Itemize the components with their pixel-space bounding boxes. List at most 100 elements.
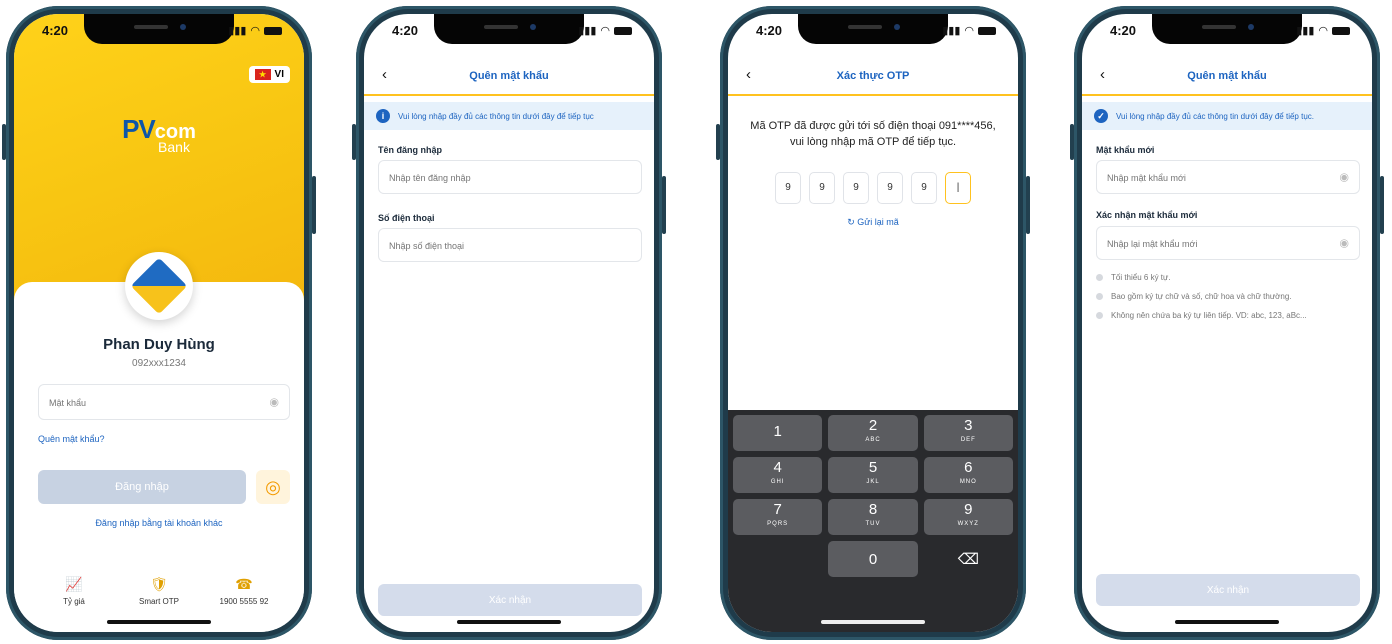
key-number: 9 — [964, 501, 973, 518]
logo-bank: Bank — [158, 139, 190, 155]
battery-icon — [978, 26, 996, 35]
home-indicator — [457, 620, 561, 624]
password-rule: Không nên chứa ba ký tự liên tiếp. VD: a… — [1096, 311, 1307, 320]
status-icons: ▮▮▮ ◠ — [1296, 24, 1350, 37]
new-password-screen: 4:20 ▮▮▮ ◠ ‹ Quên mật khẩu ✓ Vui lòng nhậ… — [1082, 14, 1372, 632]
rule-status-icon — [1096, 274, 1103, 281]
key-blank — [733, 541, 822, 577]
otp-digit-box[interactable]: 9 — [809, 172, 835, 204]
battery-icon — [264, 26, 282, 35]
otp-digit-box[interactable]: 9 — [843, 172, 869, 204]
key-letters: PQRS — [767, 521, 789, 527]
phone-forgot-password: 4:20 ▮▮▮ ◠ ‹ Quên mật khẩu i Vui lòng nhậ… — [352, 6, 666, 640]
status-bar: 4:20 ▮▮▮ ◠ — [1082, 14, 1372, 46]
home-indicator — [1175, 620, 1279, 624]
password-input[interactable] — [39, 385, 251, 421]
signal-icon: ▮▮▮ — [942, 25, 961, 37]
key-3[interactable]: 3 DEF — [923, 415, 1013, 451]
confirm-button[interactable]: Xác nhận — [1096, 574, 1360, 606]
language-switch[interactable]: ★ VI — [248, 66, 290, 83]
phone-otp: 4:20 ▮▮▮ ◠ ‹ Xác thực OTP Mã OTP đã được … — [716, 6, 1030, 640]
header: ‹ Quên mật khẩu — [1082, 60, 1372, 96]
otp-digit-box[interactable]: 9 — [877, 172, 903, 204]
nav-label: Tỷ giá — [63, 597, 85, 606]
key-9[interactable]: 9 WXYZ — [923, 499, 1013, 535]
username-label: Tên đăng nhập — [378, 145, 442, 155]
backspace-icon[interactable]: ⌫ — [924, 541, 1013, 577]
shield-icon: 🛡 — [150, 576, 168, 592]
fingerprint-icon[interactable]: ◎ — [256, 470, 290, 504]
wifi-icon: ◠ — [600, 25, 610, 37]
key-number: 3 — [964, 417, 973, 434]
otp-message-line2: vui lòng nhập mã OTP để tiếp tục. — [789, 136, 957, 148]
logo-pv: PV — [122, 114, 156, 144]
forgot-password-screen: 4:20 ▮▮▮ ◠ ‹ Quên mật khẩu i Vui lòng nhậ… — [364, 14, 654, 632]
rule-text: Tối thiểu 6 ký tự. — [1111, 273, 1171, 282]
other-account-link[interactable]: Đăng nhập bằng tài khoản khác — [14, 518, 304, 528]
bank-emblem-icon — [130, 257, 188, 315]
otp-digit-box-active[interactable]: | — [945, 172, 971, 204]
signal-icon: ▮▮▮ — [228, 25, 247, 37]
phone-new-password: 4:20 ▮▮▮ ◠ ‹ Quên mật khẩu ✓ Vui lòng nhậ… — [1070, 6, 1384, 640]
status-icons: ▮▮▮ ◠ — [578, 24, 632, 37]
eye-icon[interactable]: ◉ — [1339, 171, 1349, 184]
confirm-button[interactable]: Xác nhận — [378, 584, 642, 616]
chart-icon: 📈 — [65, 576, 83, 592]
username-input[interactable] — [379, 161, 601, 195]
phone-input[interactable] — [379, 229, 601, 263]
status-bar: 4:20 ▮▮▮ ◠ — [728, 14, 1018, 46]
new-password-field[interactable]: ◉ — [1096, 160, 1360, 195]
resend-label: Gửi lại mã — [857, 217, 899, 227]
nav-smart-otp[interactable]: 🛡 Smart OTP — [119, 576, 199, 606]
status-bar: 4:20 ▮▮▮ ◠ — [364, 14, 654, 46]
login-screen: 4:20 ▮▮▮ ◠ ★ VI PVcom Bank Phan Duy Hùng … — [14, 14, 304, 632]
refresh-icon: ↻ — [847, 217, 855, 227]
eye-icon[interactable]: ◉ — [1339, 237, 1349, 250]
resend-code-link[interactable]: ↻ Gửi lại mã — [728, 217, 1018, 228]
key-letters: TUV — [865, 521, 881, 527]
rule-status-icon — [1096, 312, 1103, 319]
user-phone: 092xxx1234 — [132, 358, 186, 369]
key-1[interactable]: 1 — [733, 415, 823, 451]
new-password-label: Mật khẩu mới — [1096, 145, 1155, 155]
numeric-keypad: 1 2 ABC 3 DEF 4 GHI 5 JKL 6 MNO 7 PQRS 8 TUV 9 W… — [728, 410, 1018, 632]
vietnam-flag-icon: ★ — [254, 69, 271, 80]
login-button[interactable]: Đăng nhập — [38, 470, 246, 504]
confirm-password-input[interactable] — [1097, 227, 1319, 261]
key-7[interactable]: 7 PQRS — [733, 499, 823, 535]
otp-screen: 4:20 ▮▮▮ ◠ ‹ Xác thực OTP Mã OTP đã được … — [728, 14, 1018, 632]
username-field[interactable] — [378, 160, 642, 195]
key-2[interactable]: 2 ABC — [828, 415, 918, 451]
phone-login: 4:20 ▮▮▮ ◠ ★ VI PVcom Bank Phan Duy Hùng … — [2, 6, 316, 640]
key-number: 5 — [868, 459, 878, 476]
new-password-input[interactable] — [1097, 161, 1319, 195]
key-6[interactable]: 6 MNO — [923, 457, 1013, 493]
eye-icon[interactable]: ◉ — [269, 396, 279, 409]
otp-digit-box[interactable]: 9 — [775, 172, 801, 204]
key-number: 4 — [773, 459, 782, 476]
signal-icon: ▮▮▮ — [578, 25, 597, 37]
otp-digit-box[interactable]: 9 — [911, 172, 937, 204]
password-field[interactable]: ◉ — [38, 384, 290, 421]
wifi-icon: ◠ — [964, 25, 974, 37]
key-0[interactable]: 0 — [828, 541, 918, 577]
status-icons: ▮▮▮ ◠ — [228, 24, 282, 37]
key-letters: ABC — [865, 437, 881, 443]
otp-message-line1: Mã OTP đã được gửi tới số điện thoại 091… — [750, 120, 996, 132]
phone-field[interactable] — [378, 228, 642, 263]
rule-text: Không nên chứa ba ký tự liên tiếp. VD: a… — [1111, 311, 1307, 320]
battery-icon — [614, 26, 632, 35]
key-8[interactable]: 8 TUV — [828, 499, 918, 535]
key-number: 7 — [773, 501, 782, 518]
otp-input-group: 9 9 9 9 9 | — [728, 172, 1018, 204]
key-4[interactable]: 4 GHI — [733, 457, 823, 493]
nav-exchange-rate[interactable]: 📈 Tỷ giá — [34, 576, 114, 606]
confirm-password-field[interactable]: ◉ — [1096, 226, 1360, 261]
header: ‹ Xác thực OTP — [728, 60, 1018, 96]
home-indicator — [107, 620, 211, 624]
status-bar: 4:20 ▮▮▮ ◠ — [14, 14, 304, 46]
key-5[interactable]: 5 JKL — [828, 457, 918, 493]
forgot-password-link[interactable]: Quên mật khẩu? — [38, 434, 105, 444]
nav-hotline[interactable]: ☎ 1900 5555 92 — [204, 576, 284, 606]
pvcombank-logo: PVcom Bank — [14, 114, 304, 155]
